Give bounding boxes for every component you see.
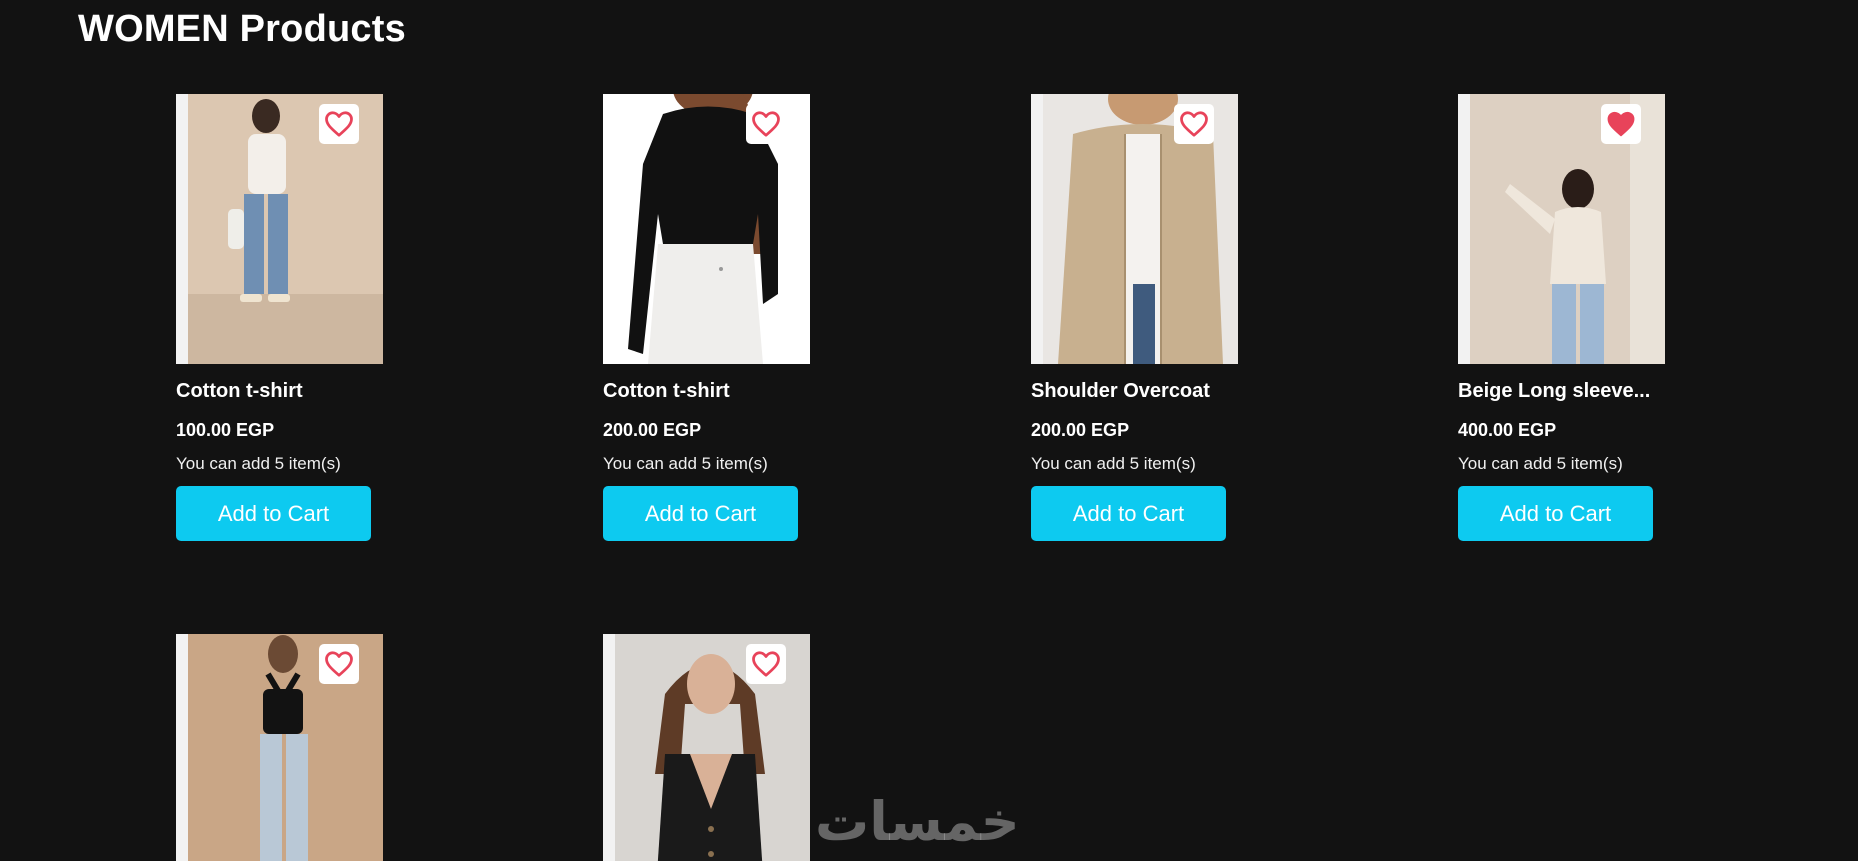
add-to-cart-button[interactable]: Add to Cart: [1031, 486, 1226, 541]
product-price: 200.00 EGP: [1031, 420, 1130, 440]
product-card: [603, 634, 833, 861]
heart-outline-icon: [1180, 111, 1208, 137]
add-to-cart-button[interactable]: Add to Cart: [176, 486, 371, 541]
product-card: Shoulder Overcoat 200.00 EGP You can add…: [1031, 94, 1261, 541]
favorite-button[interactable]: [319, 644, 359, 684]
product-card: Cotton t-shirt 200.00 EGP You can add 5 …: [603, 94, 833, 541]
favorite-button[interactable]: [746, 104, 786, 144]
product-image[interactable]: [1458, 94, 1665, 364]
product-image[interactable]: [176, 634, 383, 861]
favorite-button[interactable]: [1601, 104, 1641, 144]
product-card: Beige Long sleeve... 400.00 EGP You can …: [1458, 94, 1688, 541]
product-title[interactable]: Cotton t-shirt: [603, 380, 833, 403]
page-title: WOMEN Products: [78, 8, 406, 50]
favorite-button[interactable]: [1174, 104, 1214, 144]
product-card: [176, 634, 406, 861]
stock-info: You can add 5 item(s): [603, 454, 768, 473]
watermark: خمسات: [815, 790, 1020, 853]
stock-info: You can add 5 item(s): [1031, 454, 1196, 473]
heart-outline-icon: [752, 651, 780, 677]
product-card: Cotton t-shirt 100.00 EGP You can add 5 …: [176, 94, 406, 541]
favorite-button[interactable]: [746, 644, 786, 684]
heart-outline-icon: [752, 111, 780, 137]
heart-filled-icon: [1607, 111, 1635, 137]
product-price: 200.00 EGP: [603, 420, 702, 440]
product-price: 400.00 EGP: [1458, 420, 1557, 440]
favorite-button[interactable]: [319, 104, 359, 144]
product-title[interactable]: Beige Long sleeve...: [1458, 380, 1688, 403]
products-page: WOMEN Products Cotton t-shirt 100.00 EGP…: [0, 0, 1858, 861]
product-image[interactable]: [1031, 94, 1238, 364]
heart-outline-icon: [325, 111, 353, 137]
product-image[interactable]: [603, 634, 810, 861]
product-price: 100.00 EGP: [176, 420, 275, 440]
product-image[interactable]: [176, 94, 383, 364]
stock-info: You can add 5 item(s): [176, 454, 341, 473]
stock-info: You can add 5 item(s): [1458, 454, 1623, 473]
product-title[interactable]: Cotton t-shirt: [176, 380, 406, 403]
add-to-cart-button[interactable]: Add to Cart: [1458, 486, 1653, 541]
add-to-cart-button[interactable]: Add to Cart: [603, 486, 798, 541]
heart-outline-icon: [325, 651, 353, 677]
product-image[interactable]: [603, 94, 810, 364]
product-title[interactable]: Shoulder Overcoat: [1031, 380, 1261, 403]
